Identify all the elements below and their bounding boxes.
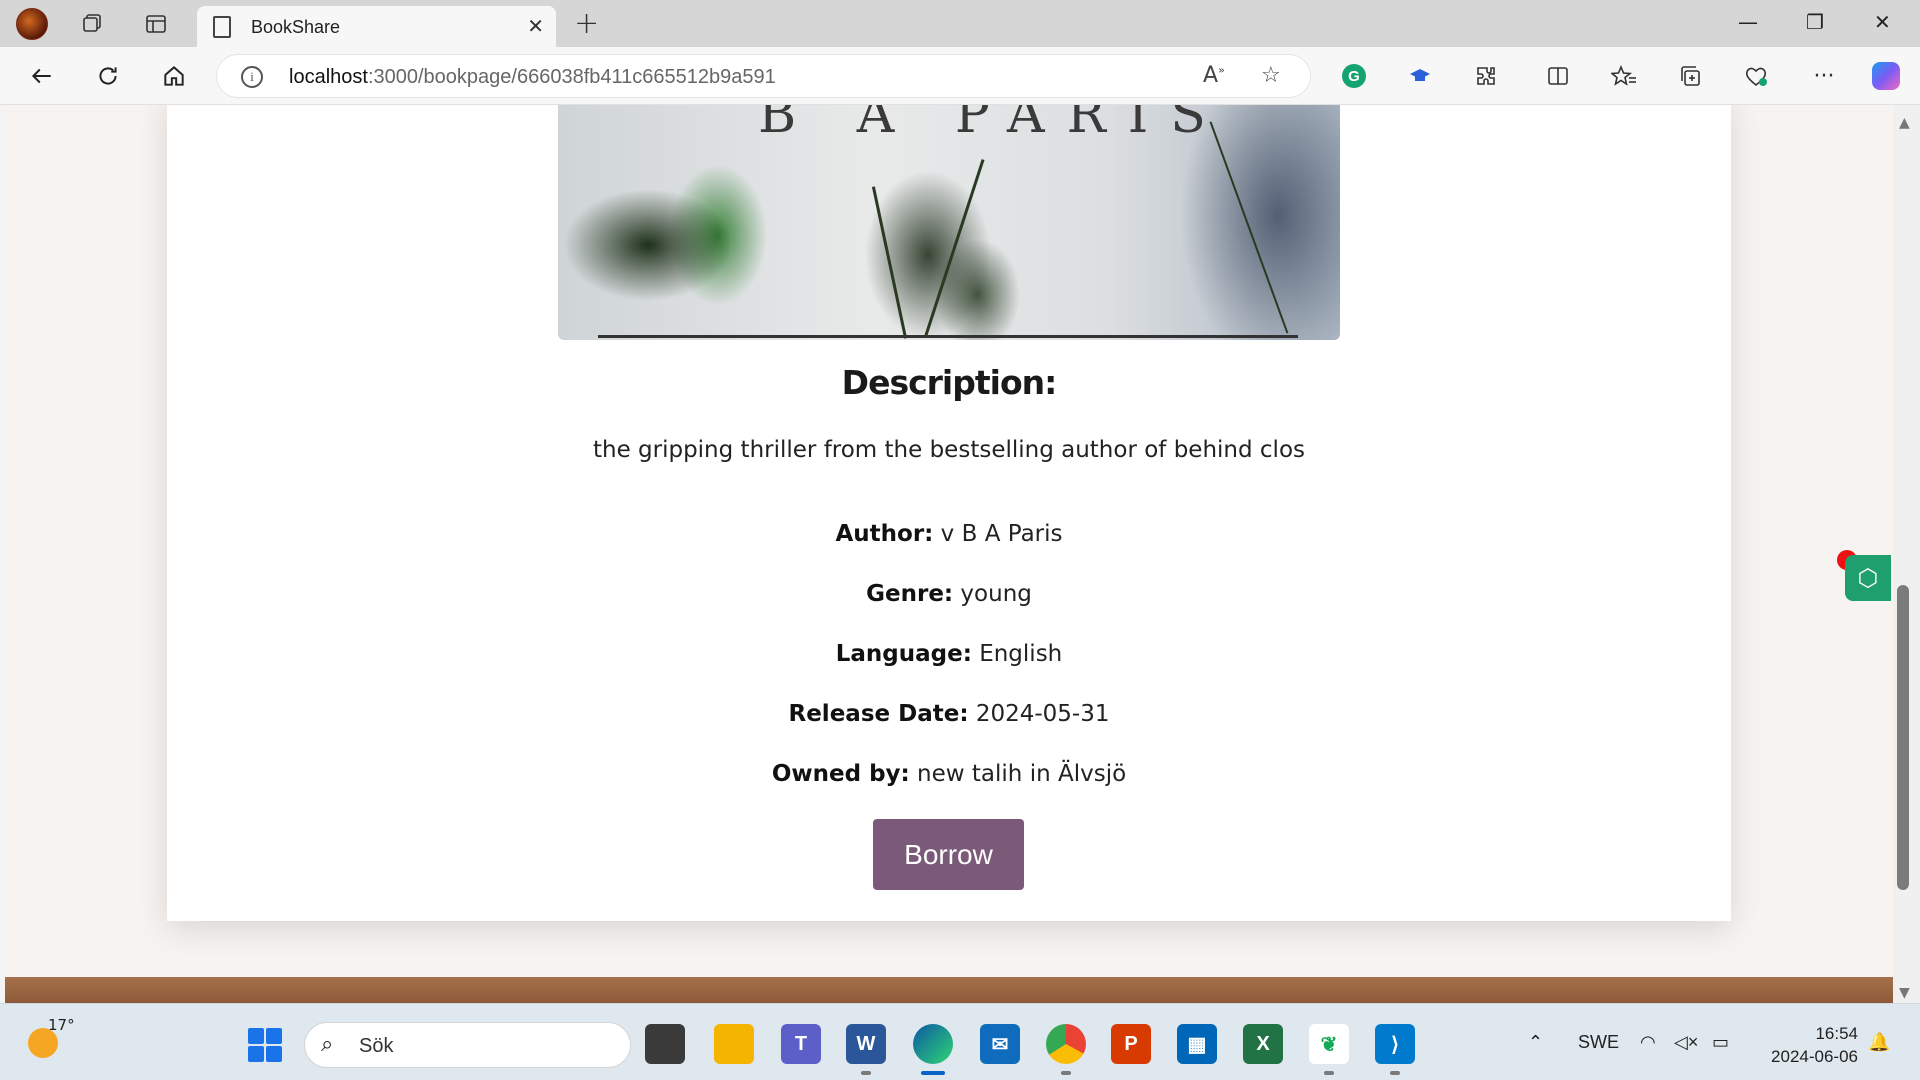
teams-icon[interactable]: T bbox=[781, 1024, 821, 1064]
browser-toolbar: i localhost:3000/bookpage/666038fb411c66… bbox=[0, 47, 1920, 105]
new-tab-icon[interactable]: + bbox=[574, 6, 599, 41]
favorites-icon[interactable] bbox=[1608, 60, 1640, 92]
chrome-running-indicator bbox=[1061, 1071, 1071, 1075]
battery-icon[interactable]: ▭ bbox=[1712, 1032, 1729, 1053]
address-bar[interactable]: i localhost:3000/bookpage/666038fb411c66… bbox=[216, 54, 1311, 98]
close-window-icon[interactable]: ✕ bbox=[1874, 10, 1891, 34]
description-heading: Description: bbox=[841, 363, 1058, 402]
vscode-running-indicator bbox=[1390, 1071, 1400, 1075]
edge-icon[interactable] bbox=[913, 1024, 953, 1064]
extensions-puzzle-icon[interactable] bbox=[1470, 60, 1502, 92]
floating-extension-icon[interactable]: ⬡ bbox=[1845, 555, 1891, 601]
taskbar-search[interactable]: ⌕ Sök bbox=[304, 1022, 631, 1068]
start-button[interactable] bbox=[248, 1028, 282, 1062]
scroll-up-icon[interactable]: ▲ bbox=[1899, 115, 1910, 131]
site-info-icon[interactable]: i bbox=[241, 66, 263, 88]
browser-tab-bar: BookShare ✕ + — ❐ ✕ bbox=[0, 0, 1920, 47]
workspaces-icon[interactable] bbox=[76, 8, 108, 40]
task-view-icon[interactable] bbox=[645, 1024, 685, 1064]
weather-widget[interactable]: 17° bbox=[28, 1016, 75, 1058]
page-viewport: B A PARIS Description: the gripping thri… bbox=[5, 105, 1893, 1003]
vertical-tabs-icon[interactable] bbox=[140, 8, 172, 40]
cover-stem bbox=[924, 159, 985, 336]
search-placeholder: Sök bbox=[359, 1035, 394, 1057]
powerpoint-icon[interactable]: P bbox=[1111, 1024, 1151, 1064]
tray-overflow-icon[interactable]: ⌃ bbox=[1528, 1032, 1543, 1053]
store-icon[interactable]: ▦ bbox=[1177, 1024, 1217, 1064]
author-row: Author: v B A Paris bbox=[835, 521, 1063, 547]
copilot-icon[interactable] bbox=[1870, 60, 1902, 92]
description-text: the gripping thriller from the bestselli… bbox=[592, 437, 1306, 463]
mail-icon[interactable]: ✉ bbox=[980, 1024, 1020, 1064]
url-text[interactable]: localhost:3000/bookpage/666038fb411c6655… bbox=[289, 66, 776, 89]
language-row: Language: English bbox=[835, 641, 1063, 667]
temperature: 17° bbox=[48, 1016, 75, 1034]
scroll-down-icon[interactable]: ▼ bbox=[1899, 985, 1910, 1001]
page-icon bbox=[213, 16, 231, 38]
system-clock[interactable]: 16:54 2024-06-06 bbox=[1756, 1022, 1858, 1068]
owner-row: Owned by: new talih in Älvsjö bbox=[771, 761, 1127, 787]
close-tab-icon[interactable]: ✕ bbox=[527, 14, 544, 38]
more-options-icon[interactable]: ··· bbox=[1808, 60, 1840, 92]
cover-stem bbox=[871, 186, 908, 339]
browser-essentials-icon[interactable] bbox=[1740, 60, 1772, 92]
extension-cap-icon[interactable] bbox=[1404, 60, 1436, 92]
favorite-star-icon[interactable]: ☆ bbox=[1261, 63, 1281, 88]
search-icon: ⌕ bbox=[321, 1032, 334, 1057]
mongodb-icon[interactable]: ❦ bbox=[1309, 1024, 1349, 1064]
edge-active-indicator bbox=[921, 1071, 945, 1075]
input-language[interactable]: SWE bbox=[1578, 1032, 1619, 1053]
windows-taskbar: 17° ⌕ Sök T W ✉ P ▦ X ❦ ⟩ ⌃ SWE ◠ ◁× ▭ 1… bbox=[0, 1003, 1920, 1080]
book-card: B A PARIS Description: the gripping thri… bbox=[167, 105, 1731, 921]
release-date-row: Release Date: 2024-05-31 bbox=[788, 701, 1110, 727]
collections-icon[interactable] bbox=[1674, 60, 1706, 92]
notifications-icon[interactable]: 🔔 bbox=[1868, 1032, 1890, 1053]
home-icon[interactable] bbox=[158, 60, 190, 92]
volume-muted-icon[interactable]: ◁× bbox=[1674, 1032, 1698, 1053]
excel-icon[interactable]: X bbox=[1243, 1024, 1283, 1064]
book-cover-image: B A PARIS bbox=[558, 105, 1340, 340]
mongodb-running-indicator bbox=[1324, 1071, 1334, 1075]
cover-title-text: B A PARIS bbox=[758, 105, 1228, 145]
back-icon[interactable] bbox=[26, 60, 58, 92]
genre-row: Genre: young bbox=[866, 581, 1032, 607]
borrow-button[interactable]: Borrow bbox=[873, 819, 1024, 890]
cover-stem bbox=[1209, 121, 1289, 334]
vscode-icon[interactable]: ⟩ bbox=[1375, 1024, 1415, 1064]
page-scrollbar[interactable]: ▲ ▼ bbox=[1893, 105, 1920, 1003]
page-footer-band bbox=[5, 977, 1893, 1003]
profile-avatar[interactable] bbox=[16, 8, 48, 40]
wifi-icon[interactable]: ◠ bbox=[1640, 1032, 1656, 1053]
tab-bookshare[interactable]: BookShare ✕ bbox=[197, 6, 556, 47]
scrollbar-thumb[interactable] bbox=[1897, 585, 1909, 890]
clock-date: 2024-06-06 bbox=[1771, 1047, 1858, 1066]
word-running-indicator bbox=[861, 1071, 871, 1075]
tab-title: BookShare bbox=[251, 17, 341, 37]
chrome-icon[interactable] bbox=[1046, 1024, 1086, 1064]
grammarly-icon[interactable]: G bbox=[1338, 60, 1370, 92]
split-screen-icon[interactable] bbox=[1542, 60, 1574, 92]
refresh-icon[interactable] bbox=[92, 60, 124, 92]
clock-time: 16:54 bbox=[1815, 1024, 1858, 1043]
word-icon[interactable]: W bbox=[846, 1024, 886, 1064]
cover-divider bbox=[598, 335, 1298, 338]
restore-icon[interactable]: ❐ bbox=[1806, 10, 1824, 34]
minimize-icon[interactable]: — bbox=[1738, 10, 1758, 34]
read-aloud-icon[interactable]: A» bbox=[1203, 63, 1225, 88]
file-explorer-icon[interactable] bbox=[714, 1024, 754, 1064]
